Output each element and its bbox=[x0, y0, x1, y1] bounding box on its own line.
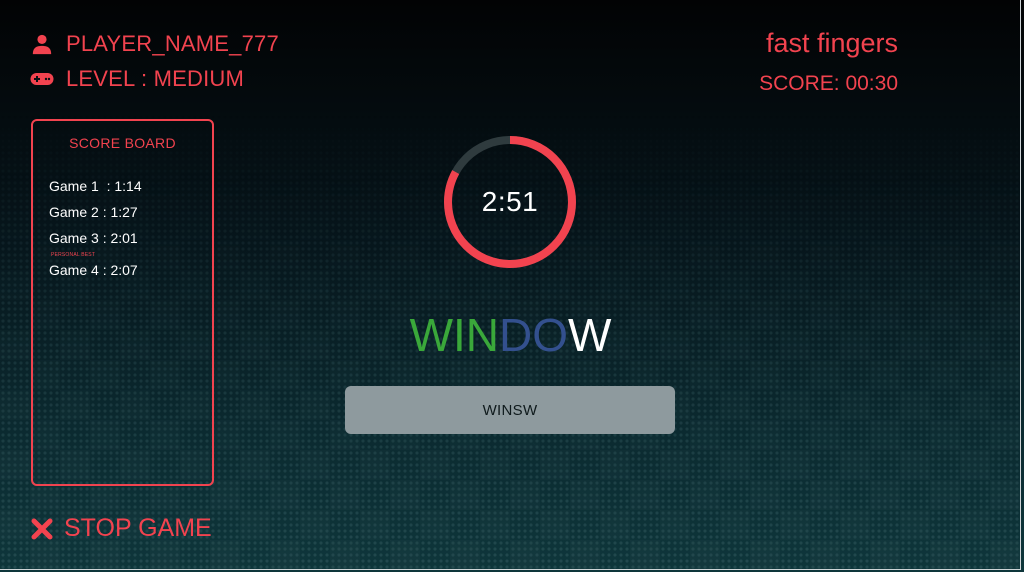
game-title: fast fingers bbox=[765, 28, 898, 58]
score-entry: Game 1 : 1:14 bbox=[49, 178, 142, 194]
stop-game-label: STOP GAME bbox=[64, 514, 212, 542]
target-word: WINDOW bbox=[0, 308, 1020, 362]
gamepad-icon bbox=[30, 67, 54, 91]
score-display: SCORE: 00:30 bbox=[759, 72, 898, 95]
score-entry: Game 4 : 2:07 bbox=[49, 262, 138, 278]
level-label: LEVEL : MEDIUM bbox=[66, 66, 245, 91]
word-letter: O bbox=[532, 309, 569, 361]
score-entry: Game 3 : 2:01 bbox=[49, 230, 138, 246]
level-info: LEVEL : MEDIUM bbox=[30, 66, 244, 92]
word-letter: I bbox=[452, 309, 466, 361]
score-board: SCORE BOARD Game 1 : 1:14 Game 2 : 1:27 … bbox=[31, 119, 214, 486]
word-letter: N bbox=[465, 309, 499, 361]
personal-best-badge: PERSONAL BEST bbox=[51, 252, 96, 258]
game-screen: PLAYER_NAME_777 LEVEL : MEDIUM fast fing… bbox=[0, 0, 1021, 570]
stop-game-button[interactable]: STOP GAME bbox=[30, 514, 212, 543]
user-icon bbox=[30, 32, 54, 56]
countdown-timer: 2:51 bbox=[440, 132, 580, 272]
timer-value: 2:51 bbox=[481, 186, 539, 217]
score-board-title: SCORE BOARD bbox=[69, 135, 176, 151]
player-info: PLAYER_NAME_777 bbox=[30, 31, 279, 57]
player-name: PLAYER_NAME_777 bbox=[66, 31, 279, 56]
word-letter: W bbox=[409, 309, 453, 361]
word-letter: D bbox=[499, 309, 533, 361]
score-entry: Game 2 : 1:27 bbox=[49, 204, 138, 220]
answer-input[interactable] bbox=[345, 386, 675, 434]
word-letter: W bbox=[568, 309, 612, 361]
close-icon bbox=[30, 517, 54, 541]
